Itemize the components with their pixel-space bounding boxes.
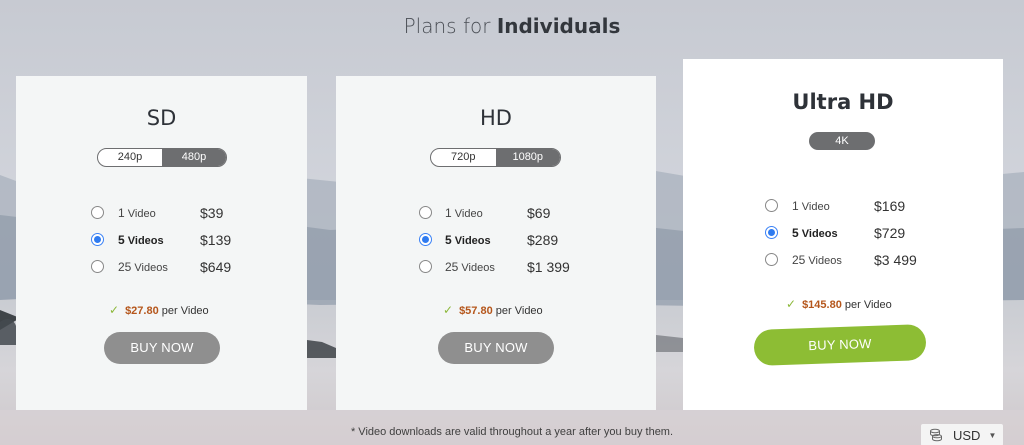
package-price: $1 399	[527, 259, 570, 275]
per-video-price: ✓ $145.80 per Video	[786, 297, 892, 311]
chevron-down-icon: ▼	[988, 430, 997, 440]
package-option-5[interactable]: 5 Videos $139	[16, 230, 307, 250]
currency-selector[interactable]: USD ▼	[921, 424, 1003, 445]
package-count: 1	[792, 199, 799, 213]
radio-button-selected[interactable]	[765, 226, 778, 239]
package-count: 1	[118, 206, 125, 220]
plan-card-ultra-hd: Ultra HD 4K 1 Video $169 5 Videos $729 2…	[683, 59, 1003, 410]
plan-title: Ultra HD	[792, 90, 894, 114]
package-unit: Videos	[127, 235, 164, 247]
package-option-5[interactable]: 5 Videos $729	[683, 223, 1003, 243]
package-label: 1 Video	[118, 206, 156, 220]
package-option-25[interactable]: 25 Videos $3 499	[683, 250, 1003, 270]
buy-now-button[interactable]: BUY NOW	[438, 332, 554, 364]
package-label: 25 Videos	[118, 260, 168, 274]
package-count: 1	[445, 206, 452, 220]
resolution-option-1080p[interactable]: 1080p	[495, 149, 560, 166]
package-option-5[interactable]: 5 Videos $289	[336, 230, 656, 250]
package-unit: Video	[801, 201, 830, 213]
package-count: 5	[445, 233, 452, 247]
package-price: $69	[527, 205, 551, 221]
resolution-toggle: 720p 1080p	[430, 148, 561, 167]
page-title-emphasis: Individuals	[496, 14, 621, 38]
package-unit: Videos	[454, 235, 491, 247]
package-price: $729	[874, 225, 906, 241]
package-label: 5 Videos	[118, 233, 164, 247]
per-video-suffix: per Video	[495, 305, 543, 317]
package-unit: Video	[454, 208, 483, 220]
radio-button[interactable]	[419, 260, 432, 273]
buy-now-button[interactable]: BUY NOW	[753, 324, 927, 366]
per-video-amount: $27.80	[125, 305, 159, 317]
per-video-amount: $57.80	[459, 305, 493, 317]
radio-button[interactable]	[91, 206, 104, 219]
plan-title: HD	[480, 106, 512, 130]
package-unit: Videos	[801, 228, 838, 240]
package-label: 25 Videos	[792, 253, 842, 267]
buy-now-button[interactable]: BUY NOW	[104, 332, 220, 364]
per-video-price: ✓ $27.80 per Video	[109, 303, 209, 317]
checkmark-icon: ✓	[109, 303, 120, 317]
per-video-price: ✓ $57.80 per Video	[443, 303, 543, 317]
radio-button-selected[interactable]	[419, 233, 432, 246]
page-title: Plans for Individuals	[0, 14, 1024, 38]
resolution-option-240p[interactable]: 240p	[98, 149, 162, 166]
package-price: $139	[200, 232, 232, 248]
radio-button-selected[interactable]	[91, 233, 104, 246]
plan-card-sd: SD 240p 480p 1 Video $39 5 Videos $139 2…	[16, 76, 307, 410]
resolution-option-720p[interactable]: 720p	[431, 149, 496, 166]
package-option-1[interactable]: 1 Video $39	[16, 203, 307, 223]
package-unit: Videos	[808, 255, 842, 267]
validity-footnote: * Video downloads are valid throughout a…	[350, 426, 674, 438]
per-video-suffix: per Video	[161, 305, 209, 317]
page-title-prefix: Plans for	[403, 14, 497, 38]
radio-button[interactable]	[765, 253, 778, 266]
package-label: 1 Video	[445, 206, 483, 220]
package-count: 5	[118, 233, 125, 247]
package-price: $39	[200, 205, 224, 221]
checkmark-icon: ✓	[443, 303, 454, 317]
currency-label: USD	[953, 427, 981, 443]
resolution-toggle: 240p 480p	[97, 148, 227, 167]
plan-card-hd: HD 720p 1080p 1 Video $69 5 Videos $289 …	[336, 76, 656, 410]
package-count: 25	[118, 260, 132, 274]
package-option-1[interactable]: 1 Video $69	[336, 203, 656, 223]
package-price: $289	[527, 232, 559, 248]
package-price: $3 499	[874, 252, 917, 268]
package-count: 5	[792, 226, 799, 240]
package-option-25[interactable]: 25 Videos $649	[16, 257, 307, 277]
package-unit: Video	[127, 208, 156, 220]
package-label: 5 Videos	[445, 233, 491, 247]
package-label: 25 Videos	[445, 260, 495, 274]
resolution-badge-4k: 4K	[809, 132, 875, 150]
package-price: $649	[200, 259, 232, 275]
plan-title: SD	[146, 106, 177, 130]
package-label: 5 Videos	[792, 226, 838, 240]
resolution-option-480p[interactable]: 480p	[162, 149, 226, 166]
package-option-25[interactable]: 25 Videos $1 399	[336, 257, 656, 277]
radio-button[interactable]	[765, 199, 778, 212]
radio-button[interactable]	[91, 260, 104, 273]
coins-icon	[930, 428, 942, 442]
package-price: $169	[874, 198, 906, 214]
package-label: 1 Video	[792, 199, 830, 213]
radio-button[interactable]	[419, 206, 432, 219]
per-video-amount: $145.80	[802, 299, 842, 311]
per-video-suffix: per Video	[844, 299, 892, 311]
package-count: 25	[445, 260, 459, 274]
package-unit: Videos	[134, 262, 168, 274]
package-unit: Videos	[461, 262, 495, 274]
package-count: 25	[792, 253, 806, 267]
checkmark-icon: ✓	[786, 297, 797, 311]
package-option-1[interactable]: 1 Video $169	[683, 196, 1003, 216]
